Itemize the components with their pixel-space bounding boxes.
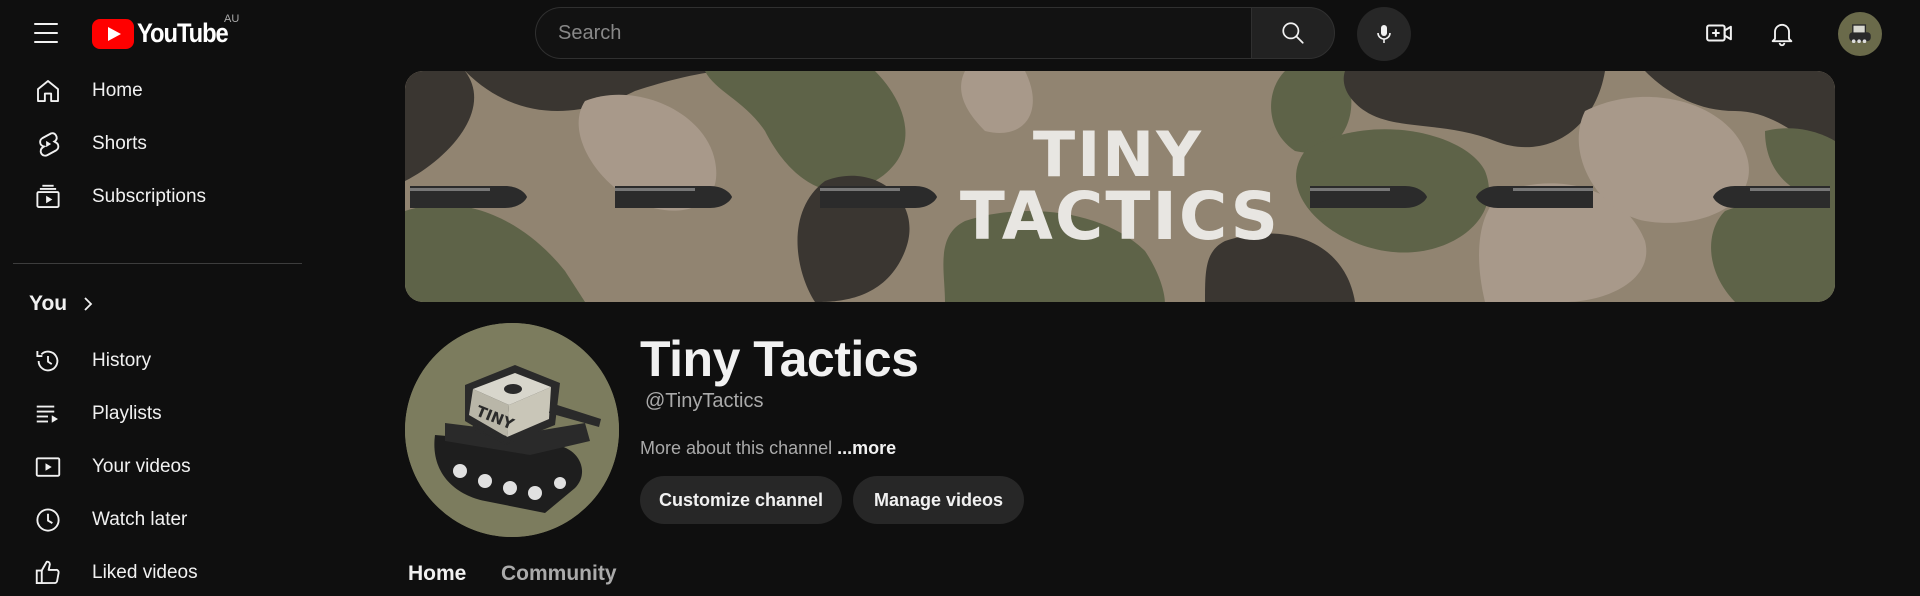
sidebar-item-label: Liked videos <box>92 562 198 583</box>
sidebar-item-your-videos[interactable]: Your videos <box>12 442 302 492</box>
channel-about-link[interactable]: More about this channel ...more <box>640 438 896 459</box>
tank-avatar-icon <box>1849 24 1871 43</box>
bullet-icon <box>1310 186 1427 208</box>
voice-search-button[interactable] <box>1357 7 1411 61</box>
bell-icon <box>1771 23 1793 47</box>
home-icon <box>37 80 59 102</box>
camo-pattern <box>405 71 1835 302</box>
top-bar: YouTube AU <box>0 0 1920 66</box>
channel-about-text: More about this channel <box>640 438 833 458</box>
bullet-icon <box>615 186 732 208</box>
tank-logo-icon: TINY TACTICS <box>405 323 619 537</box>
more-link[interactable]: ...more <box>837 438 896 458</box>
logo-text: YouTube <box>137 18 229 48</box>
manage-videos-button[interactable]: Manage videos <box>853 476 1024 524</box>
sidebar-item-label: Playlists <box>92 403 162 424</box>
bullet-icon <box>1713 186 1830 208</box>
sidebar-item-home[interactable]: Home <box>12 66 302 116</box>
channel-banner: TINY TACTICS <box>405 71 1835 302</box>
country-code: AU <box>224 13 240 25</box>
chevron-right-icon <box>84 297 93 311</box>
sidebar-item-history[interactable]: History <box>12 336 302 386</box>
sidebar-item-label: History <box>92 350 152 371</box>
tab-home[interactable]: Home <box>408 562 466 586</box>
sidebar-item-liked-videos[interactable]: Liked videos <box>12 548 302 596</box>
sidebar-item-playlists[interactable]: Playlists <box>12 389 302 439</box>
channel-name: Tiny Tactics <box>640 331 919 387</box>
tab-community[interactable]: Community <box>501 562 617 586</box>
sidebar-divider <box>13 263 302 264</box>
playlists-icon <box>36 405 58 423</box>
sidebar-item-watch-later[interactable]: Watch later <box>12 495 302 545</box>
bullet-icon <box>1476 186 1593 208</box>
thumbs-up-icon <box>35 560 60 584</box>
sidebar-item-subscriptions[interactable]: Subscriptions <box>12 172 302 222</box>
sidebar: Home Shorts Subscriptions You History Pl… <box>0 66 312 596</box>
bullet-icon <box>410 186 527 208</box>
subscriptions-icon <box>36 184 60 208</box>
search-bar <box>535 7 1335 59</box>
bullet-icon <box>820 186 937 208</box>
youtube-play-icon <box>92 18 134 49</box>
search-input[interactable] <box>535 7 1251 59</box>
channel-avatar[interactable]: TINY TACTICS <box>405 323 619 537</box>
your-videos-icon <box>35 457 61 477</box>
account-avatar[interactable] <box>1838 12 1882 56</box>
notifications-button[interactable] <box>1762 13 1802 53</box>
customize-channel-button[interactable]: Customize channel <box>640 476 842 524</box>
shorts-icon <box>39 132 60 157</box>
sidebar-item-shorts[interactable]: Shorts <box>12 119 302 169</box>
sidebar-item-label: Your videos <box>92 456 191 477</box>
sidebar-item-label: Subscriptions <box>92 186 207 207</box>
clock-icon <box>36 508 60 532</box>
sidebar-you-header[interactable]: You <box>29 292 95 316</box>
menu-icon[interactable] <box>26 16 66 50</box>
you-label: You <box>29 292 68 315</box>
history-icon <box>36 350 59 372</box>
search-icon <box>1282 22 1304 44</box>
create-video-icon <box>1706 24 1732 42</box>
create-button[interactable] <box>1699 13 1739 53</box>
microphone-icon <box>1377 25 1391 43</box>
youtube-logo[interactable]: YouTube <box>92 18 240 49</box>
search-button[interactable] <box>1251 7 1335 59</box>
sidebar-item-label: Home <box>92 80 143 101</box>
sidebar-item-label: Watch later <box>92 509 188 530</box>
sidebar-item-label: Shorts <box>92 133 147 154</box>
channel-handle: @TinyTactics <box>645 390 764 412</box>
